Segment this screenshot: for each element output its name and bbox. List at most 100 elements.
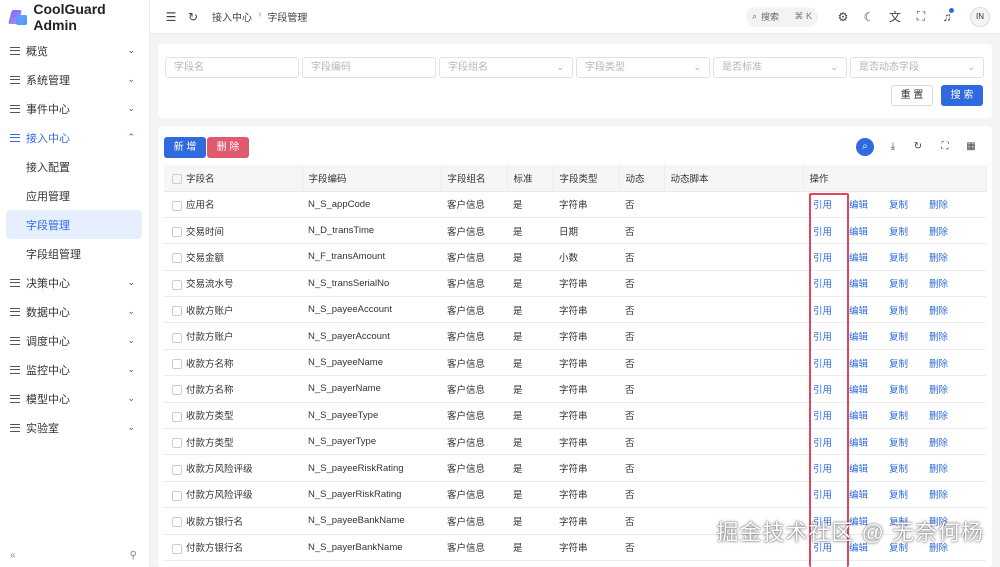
delete-link[interactable]: 删除	[929, 329, 969, 343]
reference-link[interactable]: 引用	[809, 250, 849, 264]
sidebar-item[interactable]: 事件中心 ⌄	[0, 94, 149, 123]
notification-bell-icon[interactable]: ♫	[936, 7, 958, 24]
reference-link[interactable]: 引用	[809, 356, 849, 370]
edit-link[interactable]: 编辑	[849, 303, 889, 317]
copy-link[interactable]: 复制	[889, 435, 929, 449]
user-avatar[interactable]: IN	[970, 6, 990, 27]
row-checkbox[interactable]	[172, 253, 182, 264]
sidebar-item[interactable]: 接入中心 ⌃	[0, 123, 149, 152]
field-group-select[interactable]: 字段组名 ⌄	[439, 57, 573, 78]
row-checkbox[interactable]	[172, 517, 182, 528]
row-checkbox[interactable]	[172, 490, 182, 501]
delete-link[interactable]: 删除	[929, 356, 969, 370]
delete-link[interactable]: 删除	[929, 487, 969, 501]
row-checkbox[interactable]	[172, 200, 182, 211]
download-icon[interactable]: ⤓	[884, 138, 902, 156]
is-dynamic-select[interactable]: 是否动态字段 ⌄	[850, 57, 984, 78]
add-button[interactable]: 新 增	[164, 137, 206, 158]
edit-link[interactable]: 编辑	[849, 408, 889, 422]
delete-link[interactable]: 删除	[929, 224, 969, 238]
delete-link[interactable]: 删除	[929, 250, 969, 264]
select-all-checkbox[interactable]	[172, 174, 182, 185]
row-checkbox[interactable]	[172, 411, 182, 422]
search-button[interactable]: 搜 索	[941, 85, 983, 106]
collapse-sidebar-icon[interactable]: «	[10, 550, 16, 561]
is-standard-select[interactable]: 是否标准 ⌄	[713, 57, 847, 78]
sidebar-item[interactable]: 调度中心 ⌄	[0, 326, 149, 355]
delete-link[interactable]: 删除	[929, 303, 969, 317]
copy-link[interactable]: 复制	[889, 303, 929, 317]
edit-link[interactable]: 编辑	[849, 276, 889, 290]
reset-button[interactable]: 重 置	[891, 85, 933, 106]
sidebar-subitem[interactable]: 字段组管理	[0, 239, 149, 268]
brand[interactable]: CoolGuard Admin	[0, 0, 149, 34]
search-toggle-icon[interactable]: ⌕	[856, 138, 874, 156]
edit-link[interactable]: 编辑	[849, 461, 889, 475]
reference-link[interactable]: 引用	[809, 382, 849, 396]
copy-link[interactable]: 复制	[889, 224, 929, 238]
fullscreen-table-icon[interactable]: ⛶	[936, 138, 954, 156]
sidebar-item[interactable]: 实验室 ⌄	[0, 413, 149, 442]
row-checkbox[interactable]	[172, 385, 182, 396]
row-checkbox[interactable]	[172, 279, 182, 290]
edit-link[interactable]: 编辑	[849, 250, 889, 264]
copy-link[interactable]: 复制	[889, 356, 929, 370]
edit-link[interactable]: 编辑	[849, 382, 889, 396]
sidebar-item[interactable]: 系统管理 ⌄	[0, 65, 149, 94]
global-search[interactable]: ⌕ 搜索 ⌘ K	[746, 6, 818, 27]
row-checkbox[interactable]	[172, 464, 182, 475]
reference-link[interactable]: 引用	[809, 487, 849, 501]
reference-link[interactable]: 引用	[809, 408, 849, 422]
row-checkbox[interactable]	[172, 438, 182, 449]
sidebar-subitem[interactable]: 接入配置	[0, 152, 149, 181]
reference-link[interactable]: 引用	[809, 224, 849, 238]
sidebar-subitem[interactable]: 应用管理	[0, 181, 149, 210]
copy-link[interactable]: 复制	[889, 408, 929, 422]
edit-link[interactable]: 编辑	[849, 197, 889, 211]
menu-toggle-icon[interactable]: ☰	[160, 10, 182, 24]
copy-link[interactable]: 复制	[889, 250, 929, 264]
copy-link[interactable]: 复制	[889, 487, 929, 501]
delete-link[interactable]: 删除	[929, 197, 969, 211]
copy-link[interactable]: 复制	[889, 276, 929, 290]
column-header[interactable]: 字段名	[164, 165, 303, 192]
copy-link[interactable]: 复制	[889, 329, 929, 343]
reference-link[interactable]: 引用	[809, 303, 849, 317]
sidebar-item[interactable]: 数据中心 ⌄	[0, 297, 149, 326]
edit-link[interactable]: 编辑	[849, 356, 889, 370]
pin-icon[interactable]: ⚲	[130, 550, 137, 561]
delete-link[interactable]: 删除	[929, 435, 969, 449]
delete-link[interactable]: 删除	[929, 276, 969, 290]
copy-link[interactable]: 复制	[889, 461, 929, 475]
theme-toggle-icon[interactable]: ☾	[858, 10, 880, 24]
reference-link[interactable]: 引用	[809, 435, 849, 449]
breadcrumb-item[interactable]: 接入中心	[212, 9, 252, 24]
row-checkbox[interactable]	[172, 306, 182, 317]
refresh-table-icon[interactable]: ↻	[909, 138, 927, 156]
edit-link[interactable]: 编辑	[849, 487, 889, 501]
sidebar-item[interactable]: 监控中心 ⌄	[0, 355, 149, 384]
sidebar-item[interactable]: 模型中心 ⌄	[0, 384, 149, 413]
reference-link[interactable]: 引用	[809, 276, 849, 290]
edit-link[interactable]: 编辑	[849, 329, 889, 343]
reference-link[interactable]: 引用	[809, 461, 849, 475]
settings-icon[interactable]: ⚙	[832, 10, 854, 24]
copy-link[interactable]: 复制	[889, 382, 929, 396]
column-settings-icon[interactable]: ▦	[962, 138, 980, 156]
row-checkbox[interactable]	[172, 332, 182, 343]
copy-link[interactable]: 复制	[889, 197, 929, 211]
reference-link[interactable]: 引用	[809, 197, 849, 211]
row-checkbox[interactable]	[172, 359, 182, 370]
row-checkbox[interactable]	[172, 227, 182, 238]
delete-link[interactable]: 删除	[929, 408, 969, 422]
sidebar-item[interactable]: 概览 ⌄	[0, 36, 149, 65]
language-icon[interactable]: 文	[884, 8, 906, 25]
delete-link[interactable]: 删除	[929, 382, 969, 396]
reference-link[interactable]: 引用	[809, 329, 849, 343]
field-code-input[interactable]: 字段编码	[302, 57, 436, 78]
row-checkbox[interactable]	[172, 543, 182, 554]
field-type-select[interactable]: 字段类型 ⌄	[576, 57, 710, 78]
delete-link[interactable]: 删除	[929, 461, 969, 475]
batch-delete-button[interactable]: 删 除	[207, 137, 249, 158]
field-name-input[interactable]: 字段名	[165, 57, 299, 78]
